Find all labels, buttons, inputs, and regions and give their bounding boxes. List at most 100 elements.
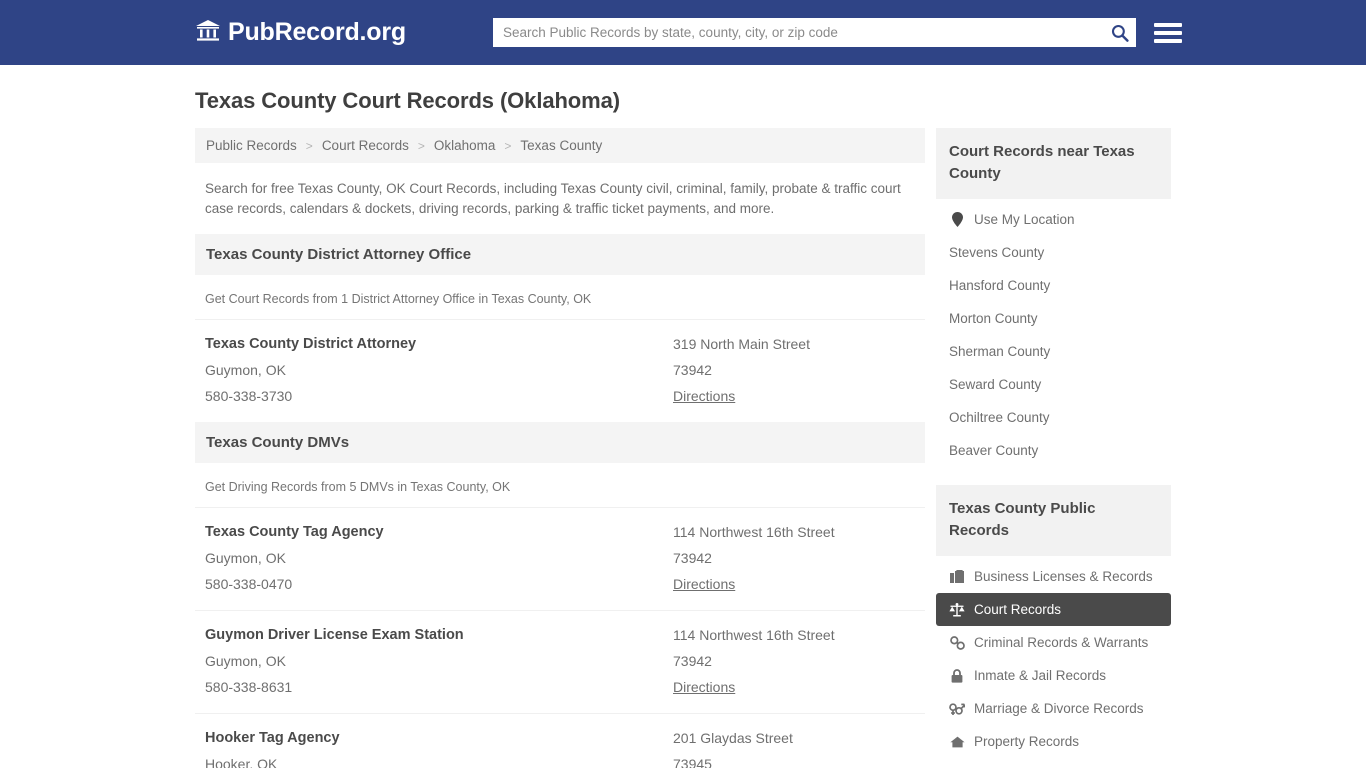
sidebar-item-property-records[interactable]: Property Records (936, 725, 1171, 758)
listing-right-column: 114 Northwest 16th Street 73942 Directio… (673, 622, 915, 700)
sidebar-item-label: Marriage & Divorce Records (974, 701, 1144, 716)
section-subtext: Get Court Records from 1 District Attorn… (205, 292, 592, 306)
hamburger-bar (1153, 38, 1182, 43)
sidebar-item-beaver-county[interactable]: Beaver County (936, 434, 1171, 467)
organization-street: 319 North Main Street (673, 336, 810, 352)
content-columns: Public Records > Court Records > Oklahom… (195, 128, 1171, 768)
sidebar-item-label: Use My Location (974, 212, 1075, 227)
handcuffs-icon (949, 635, 965, 650)
breadcrumb-item-court-records[interactable]: Court Records (322, 138, 409, 153)
table-row: Texas County District Attorney Guymon, O… (195, 319, 925, 422)
listing-left-column: Texas County District Attorney Guymon, O… (205, 331, 673, 409)
organization-city-state: Hooker, OK (205, 756, 278, 768)
house-icon (949, 736, 965, 748)
page-container: Texas County Court Records (Oklahoma) Pu… (0, 65, 1366, 768)
sidebar-item-marriage-divorce-records[interactable]: Marriage & Divorce Records (936, 692, 1171, 725)
sidebar-item-label: Hansford County (949, 278, 1051, 293)
panel-public-records: Texas County Public Records Business Lic… (936, 485, 1171, 758)
page-title: Texas County Court Records (Oklahoma) (195, 88, 620, 113)
sidebar-item-criminal-records[interactable]: Criminal Records & Warrants (936, 626, 1171, 659)
breadcrumb: Public Records > Court Records > Oklahom… (195, 128, 925, 163)
sidebar-item-label: Business Licenses & Records (974, 569, 1153, 584)
panel-spacer (936, 467, 1171, 485)
organization-name: Texas County District Attorney (205, 336, 417, 352)
panel-nearby-court-records: Court Records near Texas County Use My L… (936, 128, 1171, 467)
gender-symbols-icon (949, 702, 965, 716)
sidebar-item-label: Court Records (974, 602, 1062, 617)
sidebar-item-stevens-county[interactable]: Stevens County (936, 236, 1171, 269)
breadcrumb-separator: > (417, 138, 425, 153)
organization-city-state: Guymon, OK (205, 550, 286, 566)
sidebar-item-label: Inmate & Jail Records (974, 668, 1107, 683)
organization-phone: 580-338-3730 (205, 388, 293, 404)
directions-link[interactable]: Directions (673, 674, 735, 700)
breadcrumb-item-public-records[interactable]: Public Records (206, 138, 297, 153)
organization-phone: 580-338-0470 (205, 576, 293, 592)
briefcase-icon (949, 570, 965, 583)
sidebar-item-label: Beaver County (949, 443, 1039, 458)
sidebar-item-morton-county[interactable]: Morton County (936, 302, 1171, 335)
site-header: PubRecord.org (0, 0, 1366, 65)
organization-street: 114 Northwest 16th Street (673, 524, 835, 540)
breadcrumb-item-oklahoma[interactable]: Oklahoma (434, 138, 496, 153)
organization-zip: 73942 (673, 653, 712, 669)
sidebar-item-label: Morton County (949, 311, 1038, 326)
breadcrumb-separator: > (305, 138, 313, 153)
site-logo[interactable]: PubRecord.org (195, 18, 406, 47)
sidebar-item-sherman-county[interactable]: Sherman County (936, 335, 1171, 368)
listing-left-column: Hooker Tag Agency Hooker, OK 580-652-395… (205, 725, 673, 768)
sidebar-item-label: Criminal Records & Warrants (974, 635, 1149, 650)
organization-street: 201 Glaydas Street (673, 730, 793, 746)
logo-text: PubRecord.org (228, 18, 406, 46)
sidebar-item-label: Seward County (949, 377, 1042, 392)
directions-link[interactable]: Directions (673, 383, 735, 409)
listing-right-column: 201 Glaydas Street 73945 Directions (673, 725, 915, 768)
organization-city-state: Guymon, OK (205, 362, 286, 378)
organization-street: 114 Northwest 16th Street (673, 627, 835, 643)
sidebar-item-inmate-jail-records[interactable]: Inmate & Jail Records (936, 659, 1171, 692)
table-row: Hooker Tag Agency Hooker, OK 580-652-395… (195, 713, 925, 768)
listing-left-column: Guymon Driver License Exam Station Guymo… (205, 622, 673, 700)
lock-icon (949, 668, 965, 683)
sidebar-item-business-licenses[interactable]: Business Licenses & Records (936, 560, 1171, 593)
sidebar-item-label: Stevens County (949, 245, 1045, 260)
organization-city-state: Guymon, OK (205, 653, 286, 669)
organization-zip: 73942 (673, 362, 712, 378)
breadcrumb-item-texas-county[interactable]: Texas County (520, 138, 602, 153)
listing-left-column: Texas County Tag Agency Guymon, OK 580-3… (205, 519, 673, 597)
organization-zip: 73942 (673, 550, 712, 566)
section-heading: Texas County District Attorney Office (195, 234, 925, 275)
page-intro-text: Search for free Texas County, OK Court R… (205, 181, 901, 216)
organization-phone: 580-338-8631 (205, 679, 293, 695)
organization-name: Hooker Tag Agency (205, 730, 340, 746)
breadcrumb-separator: > (504, 138, 512, 153)
bank-building-icon (195, 18, 221, 47)
organization-name: Texas County Tag Agency (205, 524, 384, 540)
section-district-attorney-office: Texas County District Attorney Office Ge… (195, 234, 925, 422)
sidebar-item-hansford-county[interactable]: Hansford County (936, 269, 1171, 302)
hamburger-bar (1153, 30, 1182, 35)
directions-link[interactable]: Directions (673, 571, 735, 597)
search-container (492, 18, 1136, 47)
sidebar-item-seward-county[interactable]: Seward County (936, 368, 1171, 401)
listing-right-column: 114 Northwest 16th Street 73942 Directio… (673, 519, 915, 597)
section-heading: Texas County DMVs (195, 422, 925, 463)
organization-zip: 73945 (673, 756, 712, 768)
organization-name: Guymon Driver License Exam Station (205, 627, 464, 643)
search-icon[interactable] (1111, 24, 1129, 42)
table-row: Texas County Tag Agency Guymon, OK 580-3… (195, 507, 925, 610)
sidebar-item-ochiltree-county[interactable]: Ochiltree County (936, 401, 1171, 434)
listing-right-column: 319 North Main Street 73942 Directions (673, 331, 915, 409)
sidebar-item-court-records[interactable]: Court Records (936, 593, 1171, 626)
sidebar-item-use-my-location[interactable]: Use My Location (936, 203, 1171, 236)
hamburger-menu-icon[interactable] (1153, 22, 1182, 43)
hamburger-bar (1153, 22, 1182, 27)
panel-heading: Court Records near Texas County (936, 128, 1171, 199)
search-input[interactable] (492, 18, 1136, 47)
map-pin-icon (949, 212, 965, 227)
nearby-county-list: Use My Location Stevens County Hansford … (936, 199, 1171, 467)
sidebar-item-label: Ochiltree County (949, 410, 1050, 425)
sidebar-item-label: Sherman County (949, 344, 1051, 359)
scales-of-justice-icon (949, 602, 965, 617)
panel-heading: Texas County Public Records (936, 485, 1171, 556)
